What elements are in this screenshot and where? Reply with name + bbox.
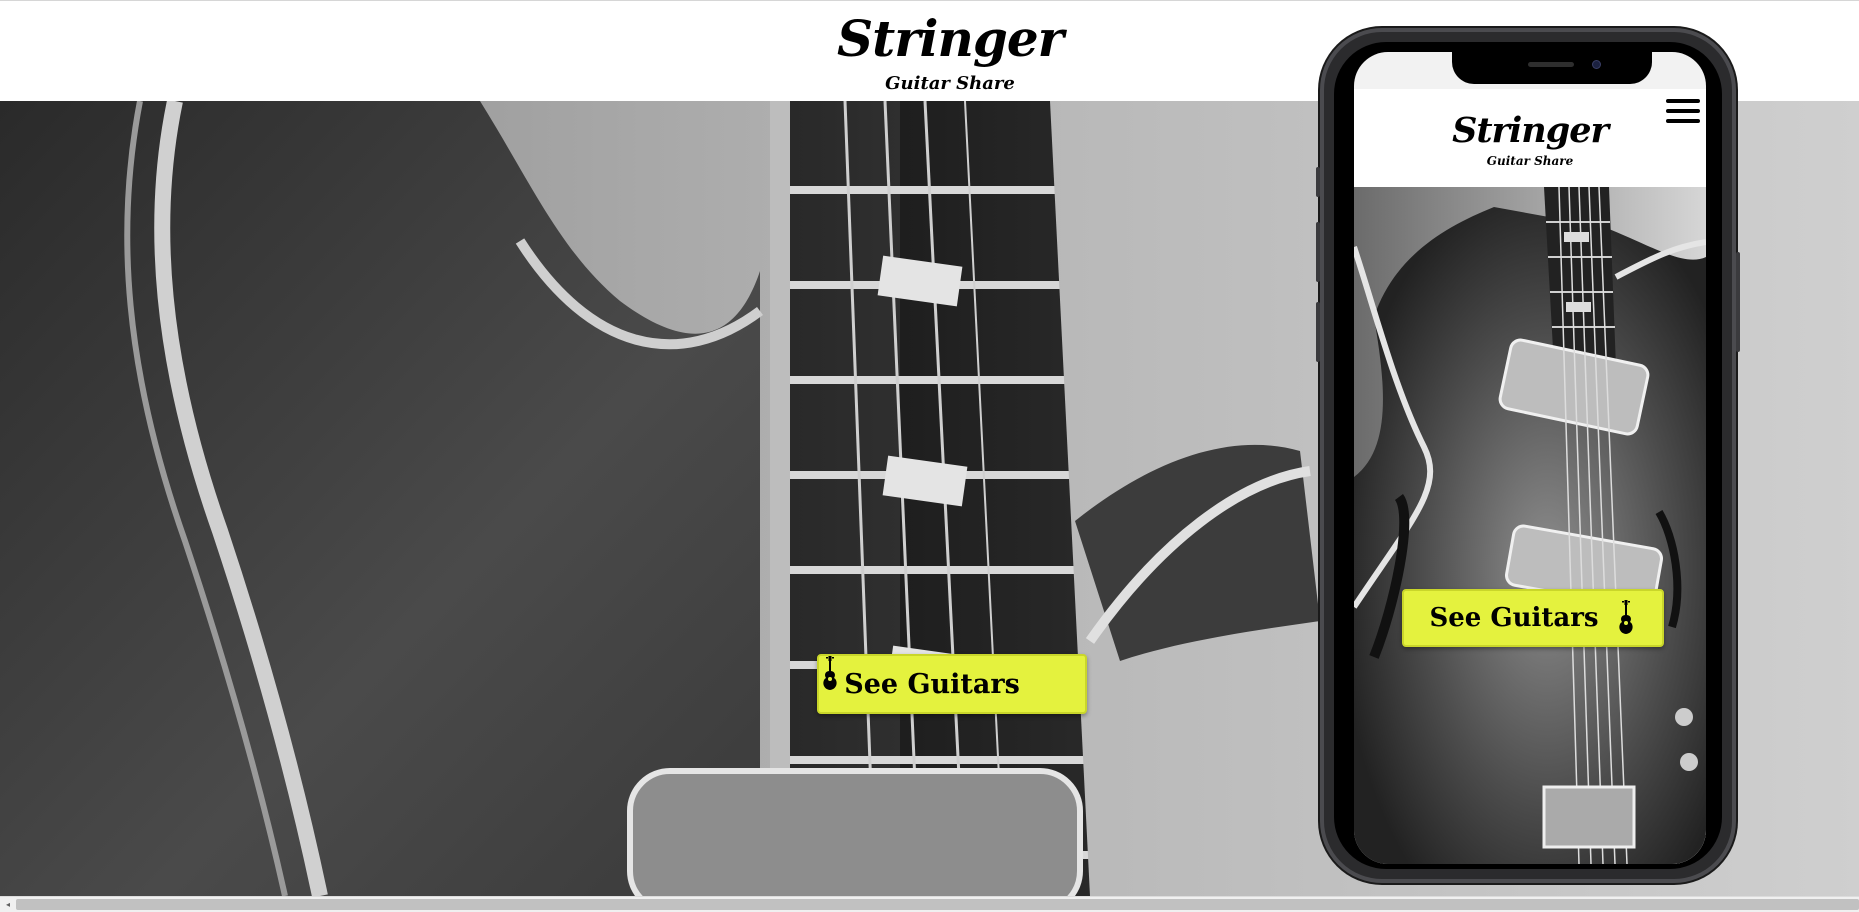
phone-mute-switch — [1316, 302, 1320, 362]
guitar-icon — [823, 656, 1060, 702]
phone-camera-icon — [1592, 60, 1601, 69]
phone-speaker — [1528, 62, 1574, 67]
phone-site-header: Stringer Guitar Share — [1354, 89, 1706, 187]
scroll-left-arrow-icon[interactable]: ◂ — [0, 897, 16, 912]
horizontal-scrollbar[interactable]: ◂ — [0, 896, 1859, 912]
scrollbar-thumb[interactable] — [16, 899, 1859, 910]
phone-brand-title: Stringer — [1452, 110, 1609, 151]
phone-volume-down — [1316, 222, 1320, 282]
phone-power-button — [1736, 252, 1740, 352]
phone-screen: Stringer Guitar Share See Guitars — [1354, 52, 1706, 864]
phone-brand-subtitle: Guitar Share — [1486, 154, 1574, 168]
phone-see-guitars-button[interactable]: See Guitars — [1402, 589, 1664, 647]
phone-hero-guitar-image — [1354, 187, 1706, 864]
phone-notch — [1452, 52, 1652, 84]
phone-see-guitars-label: See Guitars — [1429, 603, 1599, 633]
see-guitars-label: See Guitars — [844, 668, 1020, 700]
phone-guitar-icon — [1615, 600, 1637, 636]
see-guitars-button[interactable]: See Guitars — [817, 654, 1087, 714]
phone-volume-up — [1316, 167, 1320, 197]
phone-hero-section: See Guitars — [1354, 187, 1706, 864]
phone-mockup: Stringer Guitar Share See Guitars — [1316, 28, 1740, 883]
